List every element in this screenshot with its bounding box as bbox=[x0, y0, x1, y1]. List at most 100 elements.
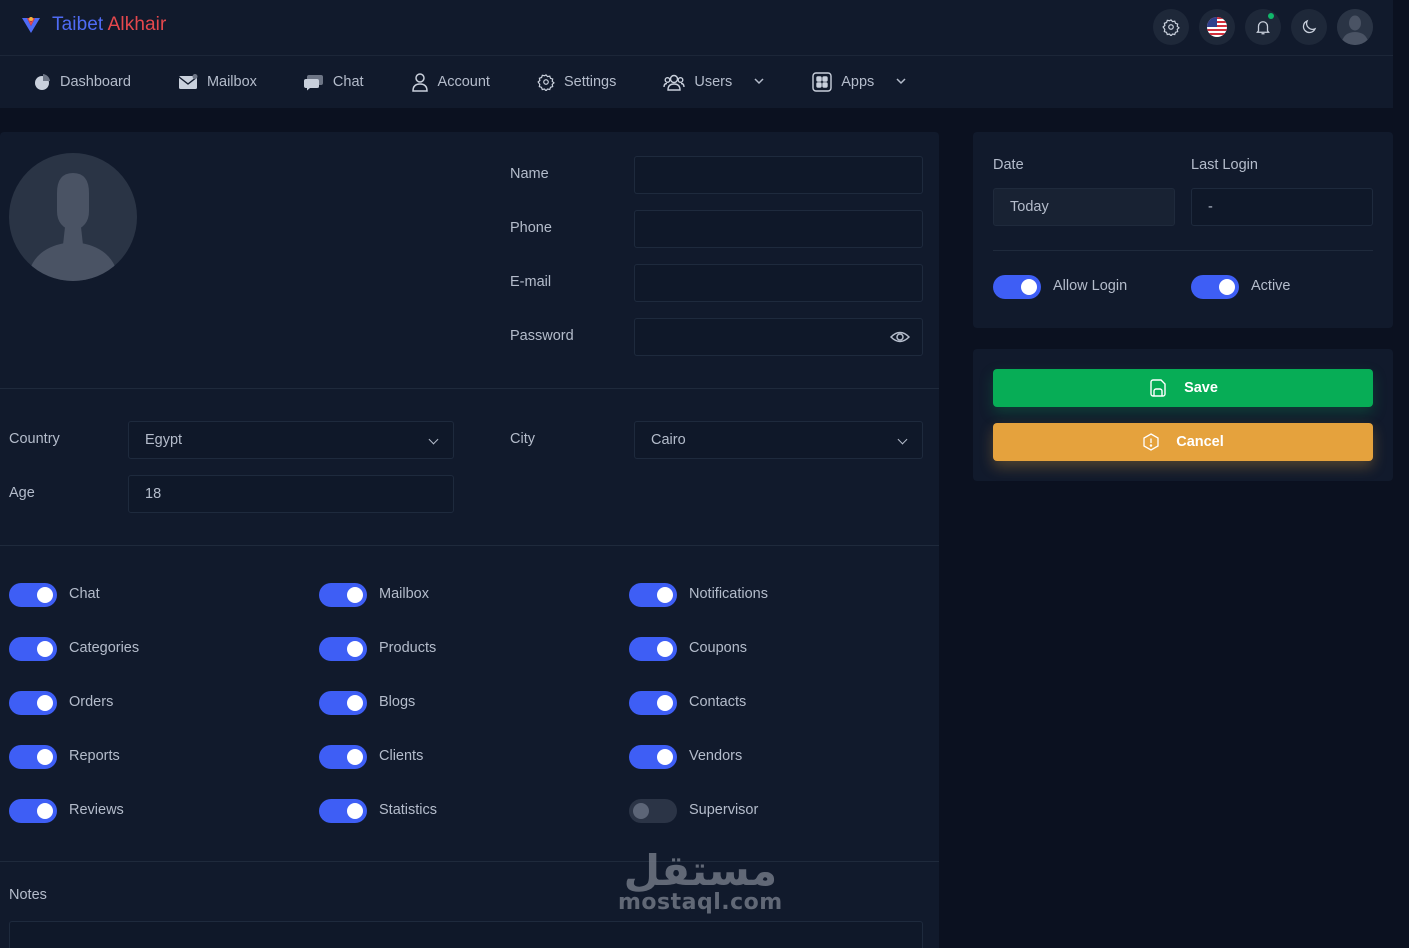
toggle-blogs[interactable] bbox=[319, 691, 367, 715]
permission-label: Statistics bbox=[379, 802, 438, 818]
toggle-active[interactable] bbox=[1191, 275, 1239, 299]
nav-item-users[interactable]: Users bbox=[663, 73, 765, 91]
permission-label: Products bbox=[379, 640, 437, 656]
toggle-contacts[interactable] bbox=[629, 691, 677, 715]
nav-item-apps[interactable]: Apps bbox=[812, 72, 907, 92]
brand-name: Taibet Alkhair bbox=[52, 14, 166, 36]
notes-label: Notes bbox=[9, 887, 47, 903]
age-label: Age bbox=[9, 485, 35, 501]
cancel-label: Cancel bbox=[1176, 434, 1224, 450]
chevron-down-icon bbox=[754, 78, 764, 85]
notes-textarea[interactable] bbox=[9, 921, 923, 948]
logo-icon bbox=[22, 17, 40, 33]
brand-name-part1: Taibet bbox=[52, 14, 104, 35]
brand-logo[interactable]: Taibet Alkhair bbox=[20, 14, 166, 36]
nav-item-account[interactable]: Account bbox=[411, 72, 490, 92]
nav-item-settings[interactable]: Settings bbox=[537, 73, 616, 91]
toggle-products[interactable] bbox=[319, 637, 367, 661]
permission-label: Blogs bbox=[379, 694, 416, 710]
date-field: Today bbox=[993, 188, 1175, 226]
section-divider bbox=[0, 388, 939, 389]
name-input[interactable] bbox=[634, 156, 923, 194]
nav-label: Settings bbox=[563, 74, 617, 90]
toggle-coupons[interactable] bbox=[629, 637, 677, 661]
top-bar: Taibet Alkhair bbox=[0, 0, 1393, 56]
watermark-latin: mostaql.com bbox=[618, 890, 783, 915]
user-avatar-icon[interactable] bbox=[1337, 9, 1373, 45]
nav-label: Chat bbox=[332, 74, 364, 90]
account-status-panel: Date Today Last Login - Allow Login Acti… bbox=[973, 132, 1393, 328]
active-label: Active bbox=[1251, 278, 1291, 294]
toggle-statistics[interactable] bbox=[319, 799, 367, 823]
gear-icon bbox=[537, 74, 555, 91]
form-actions-panel: Save Cancel bbox=[973, 349, 1393, 481]
name-label: Name bbox=[510, 166, 549, 182]
cancel-button[interactable]: Cancel bbox=[993, 423, 1373, 461]
toggle-reports[interactable] bbox=[9, 745, 57, 769]
permission-label: Notifications bbox=[689, 586, 768, 602]
us-flag-icon[interactable] bbox=[1199, 9, 1235, 45]
toggle-categories[interactable] bbox=[9, 637, 57, 661]
main-navigation: Dashboard Mailbox Chat Account Settings bbox=[0, 56, 1393, 108]
user-icon bbox=[411, 73, 428, 92]
email-label: E-mail bbox=[510, 274, 552, 290]
nav-item-dashboard[interactable]: Dashboard bbox=[33, 73, 131, 91]
last-login-field: - bbox=[1191, 188, 1373, 226]
toggle-notifications[interactable] bbox=[629, 583, 677, 607]
grid-icon bbox=[812, 72, 832, 92]
chevron-down-icon bbox=[896, 78, 906, 85]
toggle-supervisor[interactable] bbox=[629, 799, 677, 823]
eye-icon[interactable] bbox=[890, 329, 910, 345]
nav-item-mailbox[interactable]: Mailbox bbox=[178, 73, 257, 91]
save-label: Save bbox=[1184, 380, 1218, 396]
email-input[interactable] bbox=[634, 264, 923, 302]
section-divider bbox=[0, 545, 939, 546]
nav-label: Account bbox=[437, 74, 490, 90]
mail-icon bbox=[178, 74, 198, 89]
date-label: Date bbox=[993, 157, 1024, 173]
toggle-orders[interactable] bbox=[9, 691, 57, 715]
moon-icon[interactable] bbox=[1291, 9, 1327, 45]
password-input[interactable] bbox=[634, 318, 923, 356]
nav-label: Dashboard bbox=[60, 74, 131, 90]
toggle-allow-login[interactable] bbox=[993, 275, 1041, 299]
top-bar-actions bbox=[1153, 9, 1373, 45]
toggle-mailbox[interactable] bbox=[319, 583, 367, 607]
section-divider bbox=[993, 250, 1373, 251]
save-icon bbox=[1150, 379, 1166, 397]
nav-label: Users bbox=[694, 74, 733, 90]
permission-label: Coupons bbox=[689, 640, 748, 656]
permission-label: Vendors bbox=[689, 748, 743, 764]
country-select[interactable]: Egypt bbox=[128, 421, 454, 459]
city-label: City bbox=[510, 431, 535, 447]
profile-avatar[interactable] bbox=[9, 153, 137, 281]
permission-label: Orders bbox=[69, 694, 114, 710]
user-silhouette-icon bbox=[27, 173, 119, 281]
toggle-clients[interactable] bbox=[319, 745, 367, 769]
permission-label: Categories bbox=[69, 640, 140, 656]
nav-item-chat[interactable]: Chat bbox=[303, 73, 364, 91]
phone-input[interactable] bbox=[634, 210, 923, 248]
toggle-chat[interactable] bbox=[9, 583, 57, 607]
user-form-panel: Name Phone E-mail Password Country Egypt… bbox=[0, 132, 939, 948]
brand-name-part2: Alkhair bbox=[107, 14, 167, 35]
chat-icon bbox=[303, 75, 323, 91]
warning-icon bbox=[1143, 433, 1159, 451]
toggle-reviews[interactable] bbox=[9, 799, 57, 823]
city-select[interactable]: Cairo bbox=[634, 421, 923, 459]
permission-label: Reviews bbox=[69, 802, 124, 818]
permission-label: Contacts bbox=[689, 694, 747, 710]
age-input[interactable]: 18 bbox=[128, 475, 454, 513]
allow-login-label: Allow Login bbox=[1053, 278, 1128, 294]
permission-label: Reports bbox=[69, 748, 120, 764]
bell-icon[interactable] bbox=[1245, 9, 1281, 45]
users-icon bbox=[663, 74, 686, 91]
toggle-vendors[interactable] bbox=[629, 745, 677, 769]
permission-label: Clients bbox=[379, 748, 424, 764]
country-label: Country bbox=[9, 431, 60, 447]
phone-label: Phone bbox=[510, 220, 552, 236]
save-button[interactable]: Save bbox=[993, 369, 1373, 407]
permission-label: Supervisor bbox=[689, 802, 759, 818]
nav-label: Mailbox bbox=[206, 74, 257, 90]
settings-icon[interactable] bbox=[1153, 9, 1189, 45]
